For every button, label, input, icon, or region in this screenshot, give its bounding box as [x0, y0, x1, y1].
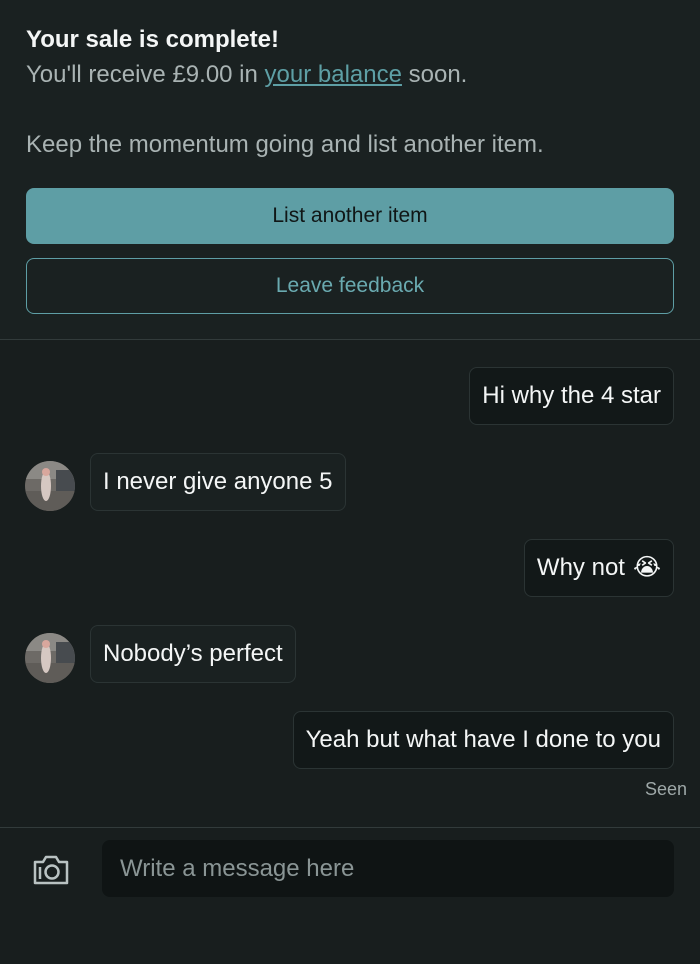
avatar[interactable] — [25, 633, 75, 683]
message-text: Hi why the 4 star — [482, 382, 661, 409]
outgoing-message: Why not 😭 — [523, 539, 674, 597]
sale-title: Your sale is complete! — [26, 26, 279, 53]
sale-receive-prefix: You'll receive £9.00 in — [26, 61, 265, 88]
message-text: I never give anyone 5 — [103, 468, 333, 495]
sale-complete-panel: Your sale is complete! You'll receive £9… — [0, 0, 700, 339]
message-text: Why not — [536, 554, 625, 581]
leave-feedback-button[interactable]: Leave feedback — [26, 258, 674, 314]
outgoing-message: Yeah but what have I done to you — [292, 711, 674, 769]
sale-divider — [0, 339, 700, 340]
balance-link[interactable]: your balance — [265, 61, 402, 88]
camera-icon[interactable] — [32, 852, 70, 886]
outgoing-message: Hi why the 4 star — [469, 367, 674, 425]
message-text: Nobody’s perfect — [103, 640, 283, 667]
crying-face-emoji: 😭 — [632, 554, 661, 581]
seen-status: Seen — [644, 779, 687, 799]
incoming-message: I never give anyone 5 — [90, 453, 346, 511]
list-another-item-button[interactable]: List another item — [26, 188, 674, 244]
sale-balance-text: You'll receive £9.00 in your balance soo… — [26, 61, 467, 89]
avatar[interactable] — [25, 461, 75, 511]
message-input[interactable] — [102, 840, 674, 897]
incoming-message: Nobody’s perfect — [90, 625, 296, 683]
message-composer — [0, 828, 700, 964]
sale-receive-suffix: soon. — [401, 61, 468, 88]
sale-prompt: Keep the momentum going and list another… — [26, 131, 544, 158]
message-text: Yeah but what have I done to you — [305, 726, 661, 753]
